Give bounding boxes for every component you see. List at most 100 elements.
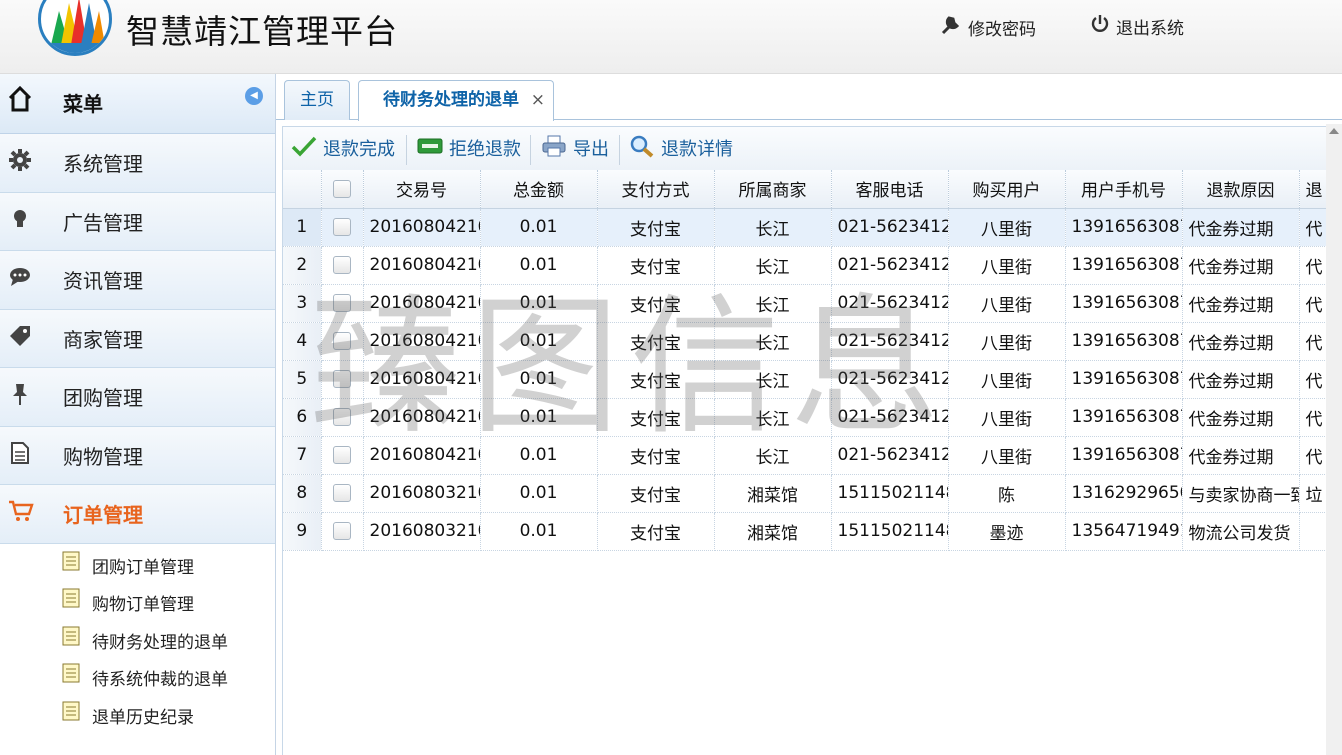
row-checkbox[interactable] [333,218,351,236]
row-checkbox[interactable] [333,294,351,312]
column-header-mobile[interactable]: 用户手机号 [1065,170,1183,209]
row-select-cell[interactable] [321,398,364,437]
sidebar-item-label: 订单管理 [63,503,143,527]
table-row[interactable]: 9 2016080321000.01支付宝湘菜馆15115021148墨迹1356… [283,512,1342,551]
reject-refund-button[interactable]: 拒绝退款 [417,134,521,162]
column-header-payment[interactable]: 支付方式 [597,170,715,209]
row-number: 1 [283,208,322,247]
refund-detail-button[interactable]: 退款详情 [629,134,733,162]
note-icon [62,663,80,687]
table-row[interactable]: 4 2016080421000.01支付宝长江021-56234123八里街139… [283,322,1342,361]
tab-finance-refunds[interactable]: 待财务处理的退单 × [358,80,554,121]
change-password-button[interactable]: 修改密码 [940,14,1036,41]
submenu-label: 购物订单管理 [92,595,194,616]
row-select-cell[interactable] [321,474,364,513]
sidebar-item-orders[interactable]: 订单管理 [0,485,275,544]
mobile-cell: 13916563087 [1065,322,1183,361]
table-row[interactable]: 5 2016080421000.01支付宝长江021-56234123八里街139… [283,360,1342,399]
merchant-cell: 湘菜馆 [714,474,832,513]
buyer-cell: 八里街 [948,436,1066,475]
row-checkbox[interactable] [333,446,351,464]
sidebar: 菜单 ◀ 系统管理 广告管理 资讯管理 商家管理 团购管理 购物管理 订单管理 … [0,74,276,755]
row-checkbox[interactable] [333,522,351,540]
row-checkbox[interactable] [333,332,351,350]
table-row[interactable]: 3 2016080421000.01支付宝长江021-56234123八里街139… [283,284,1342,323]
refund-done-button[interactable]: 退款完成 [291,134,395,162]
tab-home[interactable]: 主页 [284,80,350,120]
amount-cell: 0.01 [480,474,598,513]
payment-cell: 支付宝 [597,284,715,323]
tab-bar: 主页 待财务处理的退单 × [276,74,1342,121]
export-button[interactable]: 导出 [541,134,609,162]
note-icon [62,588,80,612]
column-header-amount[interactable]: 总金额 [480,170,598,209]
refund-detail-label: 退款详情 [661,139,733,160]
table-row[interactable]: 8 2016080321000.01支付宝湘菜馆15115021148陈13162… [283,474,1342,513]
buyer-cell: 陈 [948,474,1066,513]
sidebar-item-news[interactable]: 资讯管理 [0,251,275,310]
row-select-cell[interactable] [321,284,364,323]
select-all-cell[interactable] [321,170,364,209]
column-header-buyer[interactable]: 购买用户 [948,170,1066,209]
service-phone-cell: 15115021148 [831,474,949,513]
tag-icon [8,324,32,348]
column-header-service-phone[interactable]: 客服电话 [831,170,949,209]
note-icon [62,701,80,725]
scroll-up-icon[interactable] [1329,128,1339,134]
column-header-merchant[interactable]: 所属商家 [714,170,832,209]
row-select-cell[interactable] [321,436,364,475]
row-checkbox[interactable] [333,408,351,426]
buyer-cell: 墨迹 [948,512,1066,551]
sidebar-item-label: 购物管理 [63,444,143,469]
refund-table: 交易号 总金额 支付方式 所属商家 客服电话 购买用户 用户手机号 退款原因 退… [283,170,1342,551]
row-checkbox[interactable] [333,484,351,502]
service-phone-cell: 021-56234123 [831,436,949,475]
reason-cell: 物流公司发货 [1182,512,1300,551]
table-row[interactable]: 2 2016080421000.01支付宝长江021-56234123八里街139… [283,246,1342,285]
close-icon[interactable]: × [531,81,545,119]
row-select-cell[interactable] [321,360,364,399]
table-row[interactable]: 6 2016080421000.01支付宝长江021-56234123八里街139… [283,398,1342,437]
magnifier-icon [629,134,655,163]
row-select-cell[interactable] [321,246,364,285]
payment-cell: 支付宝 [597,474,715,513]
change-password-label: 修改密码 [968,20,1036,40]
select-all-checkbox[interactable] [333,179,351,198]
mobile-cell: 13916563087 [1065,284,1183,323]
sidebar-item-shopping[interactable]: 购物管理 [0,426,275,485]
submenu-finance-refunds[interactable]: 待财务处理的退单 [0,619,275,657]
column-header-reason[interactable]: 退款原因 [1182,170,1300,209]
trade-no-cell: 201608042100 [363,398,481,437]
submenu-groupbuy-orders[interactable]: 团购订单管理 [0,544,275,582]
sidebar-item-ads[interactable]: 广告管理 [0,192,275,251]
column-header-trade-no[interactable]: 交易号 [363,170,481,209]
row-checkbox[interactable] [333,256,351,274]
table-row[interactable]: 1 2016080421000.01支付宝长江021-56234123八里街139… [283,208,1342,247]
sidebar-item-groupbuy[interactable]: 团购管理 [0,368,275,427]
reason-cell: 代金券过期 [1182,322,1300,361]
logout-label: 退出系统 [1116,19,1184,39]
submenu-shopping-orders[interactable]: 购物订单管理 [0,581,275,619]
row-number: 4 [283,322,322,361]
row-select-cell[interactable] [321,322,364,361]
row-checkbox[interactable] [333,370,351,388]
submenu-arbitration-refunds[interactable]: 待系统仲裁的退单 [0,656,275,694]
buyer-cell: 八里街 [948,246,1066,285]
vertical-scrollbar[interactable] [1326,124,1342,755]
payment-cell: 支付宝 [597,360,715,399]
checkmark-icon [291,135,317,162]
logout-button[interactable]: 退出系统 [1090,14,1184,39]
mobile-cell: 13916563087 [1065,246,1183,285]
row-select-cell[interactable] [321,512,364,551]
sidebar-item-merchants[interactable]: 商家管理 [0,309,275,368]
table-row[interactable]: 7 2016080421000.01支付宝长江021-56234123八里街139… [283,436,1342,475]
row-select-cell[interactable] [321,208,364,247]
row-number-header [283,170,322,209]
submenu-refund-history[interactable]: 退单历史纪录 [0,694,275,732]
reason-cell: 代金券过期 [1182,284,1300,323]
sidebar-item-system[interactable]: 系统管理 [0,134,275,193]
collapse-sidebar-icon[interactable]: ◀ [245,87,263,105]
refund-grid: 交易号 总金额 支付方式 所属商家 客服电话 购买用户 用户手机号 退款原因 退… [282,170,1342,755]
submenu-label: 待财务处理的退单 [92,632,228,653]
buyer-cell: 八里街 [948,398,1066,437]
